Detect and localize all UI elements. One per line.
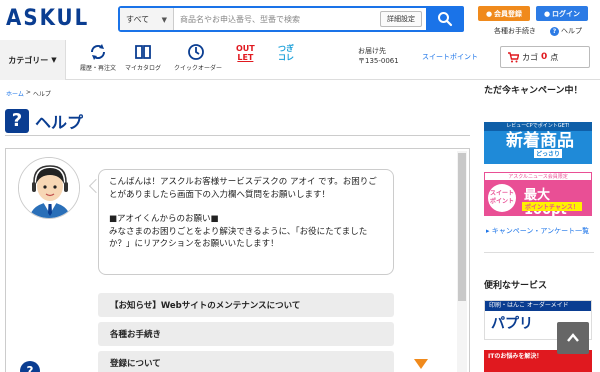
advanced-search-button[interactable]: 詳細設定: [380, 11, 422, 27]
main-nav: カテゴリー ▼ 履歴・再注文 マイカタログ クイックオーダー OUT LET つ…: [0, 40, 600, 80]
chat-message-greeting: こんばんは！アスクルお客様サービスデスクの アオイ です。お困りごとがありました…: [109, 177, 377, 200]
chat-scrollbar[interactable]: [457, 151, 467, 372]
services-heading: 便利なサービス: [484, 281, 548, 291]
category-label: カテゴリー: [8, 55, 49, 65]
banner2-chance-text: ポイントチャンス！: [522, 202, 582, 211]
cart-unit: 点: [550, 52, 559, 62]
chat-scrollbar-thumb[interactable]: [458, 153, 466, 301]
nav-quick-order-label: クイックオーダー: [174, 65, 223, 72]
chat-option-procedures[interactable]: 各種お手続き: [98, 322, 394, 346]
chevron-up-icon: [567, 333, 579, 342]
banner1-top-text: レビューCPでポイントGET!: [484, 122, 592, 131]
chevron-down-icon[interactable]: [414, 359, 428, 369]
category-menu-button[interactable]: カテゴリー ▼: [0, 40, 66, 80]
banner2-top-text: アスクルニュース会員限定: [484, 172, 592, 181]
search-button[interactable]: [426, 6, 464, 32]
help-link-label: ヘルプ: [561, 27, 582, 35]
outlet-line1: OUT: [236, 44, 255, 53]
clock-icon: [188, 44, 204, 60]
campaign-heading: ただ今キャンペーン中！: [484, 86, 583, 96]
nav-order-history-label: 履歴・再注文: [79, 65, 116, 72]
key-icon: ●: [543, 9, 551, 18]
search-scope-select[interactable]: すべて ▼: [120, 8, 174, 30]
back-to-top-button[interactable]: [557, 322, 589, 354]
askul-logo[interactable]: ASKUL: [6, 6, 89, 31]
outlet-line2: LET: [237, 53, 254, 62]
banner2-point-text: 最大100pt: [524, 188, 567, 216]
login-button[interactable]: ● ログイン: [536, 6, 588, 21]
cart-icon: [508, 52, 519, 63]
search-scope-label: すべて: [126, 14, 150, 24]
delivery-address[interactable]: お届け先 〒135-0061: [358, 46, 399, 66]
chevron-down-icon: ▼: [161, 16, 167, 24]
search-input[interactable]: [174, 8, 380, 30]
chat-message-bubble: こんばんは！アスクルお客様サービスデスクの アオイ です。お困りごとがありました…: [98, 169, 394, 275]
help-question-icon: ?: [5, 108, 29, 133]
procedures-link[interactable]: 各種お手続き: [494, 26, 536, 36]
chat-message-request-body: みなさまのお困りごとをより解決できるように、「お役にたてましたか？」にリアクショ…: [109, 226, 368, 250]
chat-option-registration[interactable]: 登録について: [98, 351, 394, 372]
sidebar-divider: [484, 252, 594, 253]
member-register-button[interactable]: ● 会員登録: [478, 6, 530, 21]
banner1-small-text: どっさり: [534, 149, 563, 158]
breadcrumb-separator: >: [25, 89, 31, 96]
user-icon: ●: [485, 9, 493, 18]
chat-option-maintenance[interactable]: 【お知らせ】Webサイトのメンテナンスについて: [98, 293, 394, 317]
book-icon: [135, 45, 151, 59]
member-register-label: 会員登録: [494, 9, 523, 18]
new-products-banner[interactable]: レビューCPでポイントGET! 新着商品 どっさり: [484, 122, 592, 164]
outlet-link[interactable]: OUT LET: [236, 44, 255, 62]
point-chance-banner[interactable]: アスクルニュース会員限定 スイート ポイント 最大100pt ポイントチャンス！: [484, 172, 592, 216]
login-label: ログイン: [552, 9, 581, 18]
cart-button[interactable]: カゴ 0 点: [500, 46, 590, 68]
question-icon: ?: [550, 26, 559, 36]
sweet-point-link[interactable]: スイートポイント: [422, 52, 478, 62]
tsugi-kore-link[interactable]: つぎ コレ: [278, 44, 294, 62]
breadcrumb-home[interactable]: ホーム: [6, 89, 24, 98]
help-chat-panel: こんばんは！アスクルお客様サービスデスクの アオイ です。お困りごとがありました…: [5, 148, 470, 372]
nav-order-history[interactable]: 履歴・再注文: [76, 42, 120, 72]
breadcrumb-current: ヘルプ: [32, 91, 51, 98]
tsugi-line1: つぎ: [278, 44, 294, 53]
delivery-label: お届け先: [358, 47, 386, 55]
search-icon: [438, 12, 453, 27]
page-title: ? ヘルプ: [5, 106, 470, 136]
search-bar: すべて ▼ 詳細設定: [118, 6, 464, 32]
cart-label: カゴ: [522, 52, 538, 62]
banner3-top-text: 印刷・はんこ オーダーメイド: [485, 301, 591, 311]
chat-message-request-title: ■アオイくんからのお願い■: [109, 214, 219, 224]
refresh-icon: [90, 44, 106, 60]
tsugi-line2: コレ: [278, 53, 294, 62]
help-link[interactable]: ? ヘルプ: [550, 26, 582, 36]
banner2-circle-text: スイート ポイント: [488, 184, 516, 212]
cart-count: 0: [541, 52, 548, 62]
operator-avatar: [18, 157, 80, 219]
page-title-text: ヘルプ: [35, 112, 84, 132]
delivery-zip: 〒135-0061: [358, 57, 399, 65]
banner1-big-text: 新着商品: [506, 131, 574, 151]
nav-quick-order[interactable]: クイックオーダー: [174, 42, 223, 72]
nav-my-catalog[interactable]: マイカタログ: [121, 42, 165, 72]
breadcrumb: ホーム > ヘルプ: [6, 89, 51, 98]
chevron-down-icon: ▼: [51, 56, 57, 64]
campaign-list-label: キャンペーン・アンケート一覧: [491, 227, 590, 235]
nav-my-catalog-label: マイカタログ: [124, 65, 161, 72]
campaign-list-link[interactable]: ▸ キャンペーン・アンケート一覧: [486, 226, 596, 236]
